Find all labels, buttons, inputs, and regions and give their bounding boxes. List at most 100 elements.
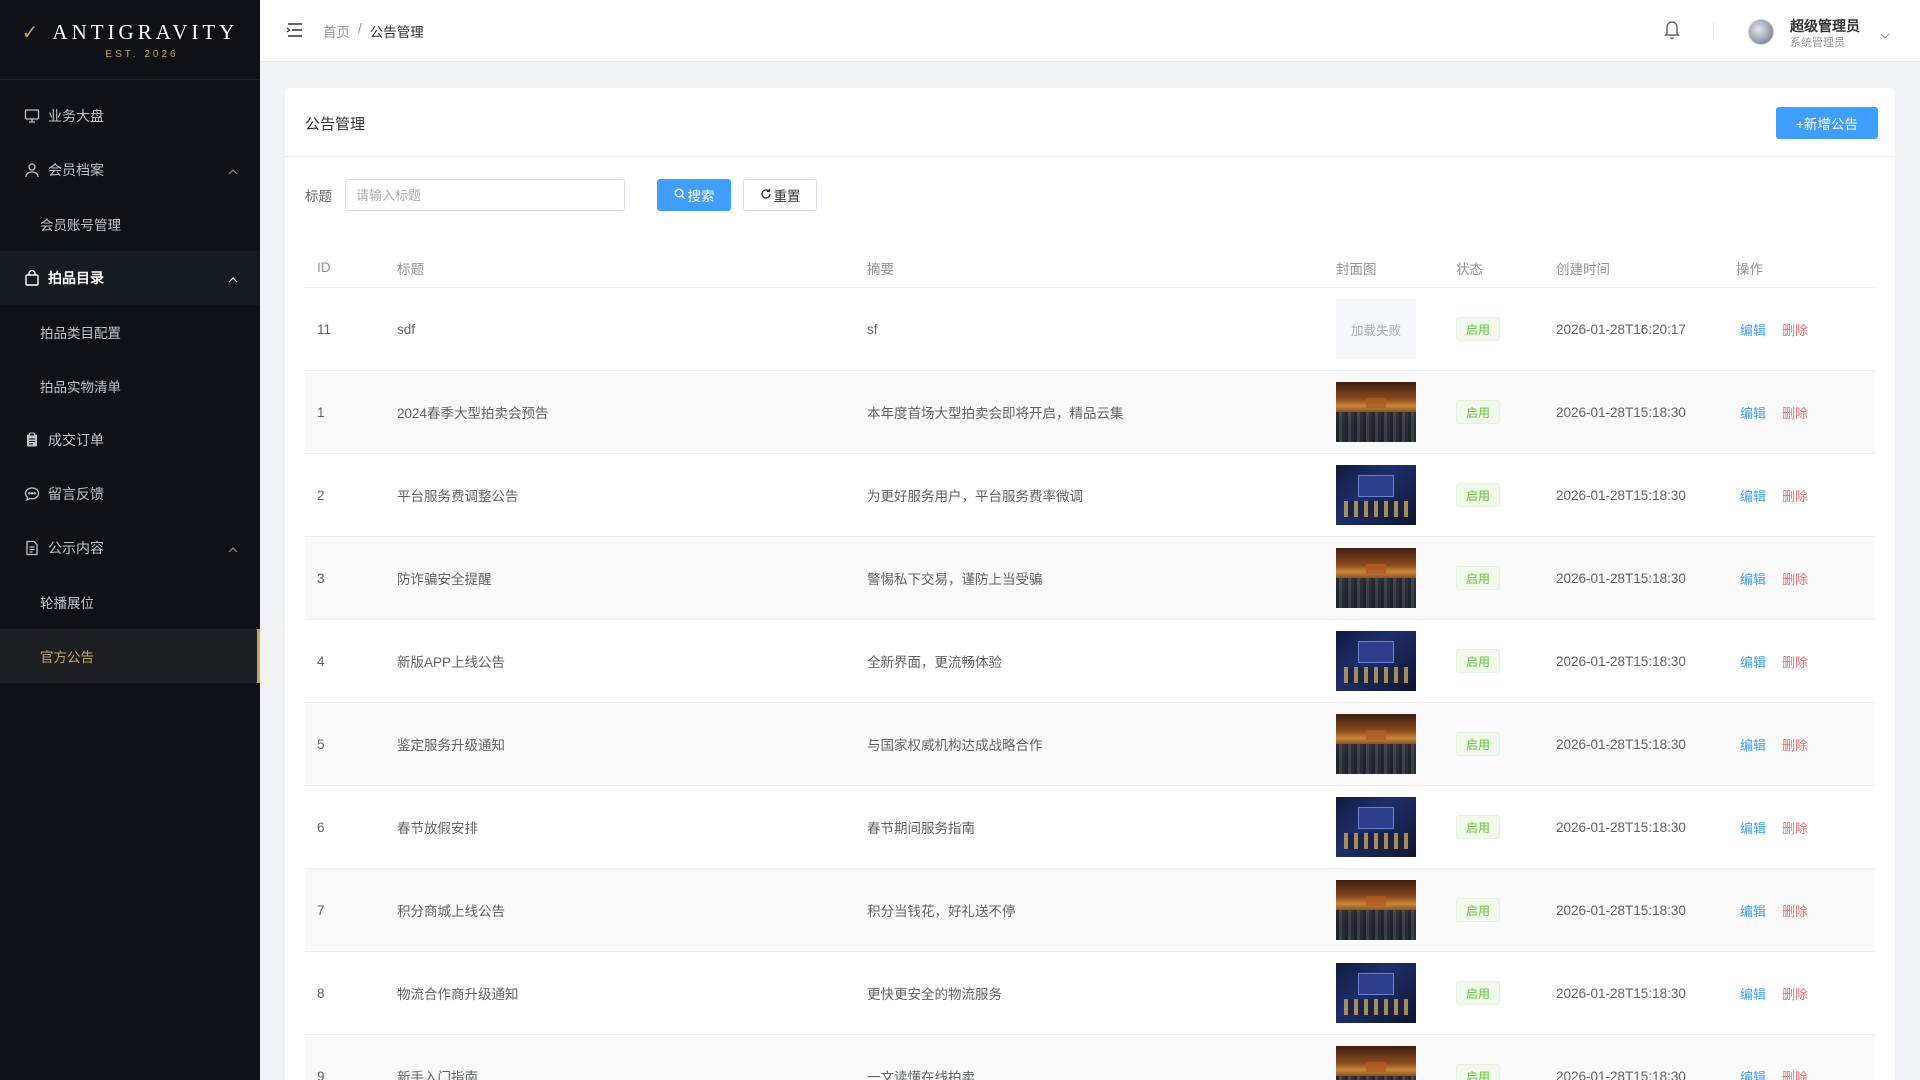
delete-link[interactable]: 删除 [1782,821,1808,836]
cell-cover [1336,1046,1456,1080]
bag-icon [24,270,40,286]
cell-title: 积分商城上线公告 [397,904,505,919]
sidebar-item-lots[interactable]: 拍品目录 [0,251,260,305]
cell-status: 启用 [1456,483,1556,507]
breadcrumb-current: 公告管理 [369,25,424,40]
delete-link[interactable]: 删除 [1782,904,1808,919]
cover-image[interactable] [1336,963,1416,1023]
edit-link[interactable]: 编辑 [1740,821,1766,836]
cover-image[interactable] [1336,382,1416,442]
sidebar: ✓ ANTIGRAVITY EST. 2026 业务大盘 会员档案 会员账号管理 [0,0,260,1080]
edit-link[interactable]: 编辑 [1740,406,1766,421]
edit-link[interactable]: 编辑 [1740,572,1766,587]
cell-cover [1336,548,1456,608]
user-icon [24,162,40,178]
sidebar-menu: 业务大盘 会员档案 会员账号管理 拍品目录 拍品类目配置 拍品实物清单 成交订单… [0,89,260,683]
sidebar-item-members[interactable]: 会员档案 [0,143,260,197]
chevron-up-icon [228,540,238,556]
edit-link[interactable]: 编辑 [1740,323,1766,338]
title-search-input[interactable] [345,179,625,211]
breadcrumb-home[interactable]: 首页 [323,21,350,41]
cover-image[interactable] [1336,465,1416,525]
user-role: 系统管理员 [1790,37,1845,49]
column-header-summary: 摘要 [867,261,894,277]
cover-image[interactable] [1336,1046,1416,1080]
edit-link[interactable]: 编辑 [1740,987,1766,1002]
cover-image[interactable] [1336,714,1416,774]
edit-link[interactable]: 编辑 [1740,655,1766,670]
delete-link[interactable]: 删除 [1782,738,1808,753]
delete-link[interactable]: 删除 [1782,655,1808,670]
cell-actions: 编辑 删除 [1736,486,1875,505]
cell-status: 启用 [1456,566,1556,590]
edit-link[interactable]: 编辑 [1740,489,1766,504]
add-announcement-button[interactable]: +新增公告 [1776,107,1878,139]
sidebar-item-dashboard[interactable]: 业务大盘 [0,89,260,143]
sidebar-item-member-accounts[interactable]: 会员账号管理 [0,197,260,251]
delete-link[interactable]: 删除 [1782,987,1808,1002]
table-row: 4 新版APP上线公告 全新界面，更流畅体验 启用 2026-01-28T15:18:3… [305,620,1875,703]
delete-link[interactable]: 删除 [1782,323,1808,338]
sidebar-item-lot-inventory[interactable]: 拍品实物清单 [0,359,260,413]
delete-link[interactable]: 删除 [1782,489,1808,504]
cell-summary: 全新界面，更流畅体验 [867,655,1002,670]
chevron-down-icon[interactable] [1880,26,1890,42]
sidebar-item-announcements[interactable]: 官方公告 [0,629,260,683]
edit-link[interactable]: 编辑 [1740,738,1766,753]
table-row: 11 sdf sf 加载失败 启用 2026-01-28T16:20:17 编辑 删除 [305,288,1875,371]
cell-summary: 与国家权威机构达成战略合作 [867,738,1043,753]
cell-title: 新手入门指南 [397,1070,478,1080]
delete-link[interactable]: 删除 [1782,406,1808,421]
user-name[interactable]: 超级管理员 [1790,16,1860,36]
cell-summary: 为更好服务用户，平台服务费率微调 [867,489,1083,504]
cell-cover [1336,797,1456,857]
sidebar-item-lot-categories[interactable]: 拍品类目配置 [0,305,260,359]
sidebar-item-label: 拍品目录 [48,270,104,286]
announcement-card: 公告管理 +新增公告 标题 搜索 重置 ID 标题 摘要 封面图 状态 创建时间… [285,88,1895,1080]
edit-link[interactable]: 编辑 [1740,1070,1766,1080]
cover-image[interactable] [1336,631,1416,691]
cover-image[interactable] [1336,548,1416,608]
sidebar-item-label: 成交订单 [48,432,104,448]
cover-image-failed[interactable]: 加载失败 [1336,299,1416,359]
bell-icon[interactable] [1662,18,1682,40]
status-badge: 启用 [1456,649,1500,673]
menu-toggle-icon[interactable] [286,20,304,40]
brand-logo[interactable]: ✓ ANTIGRAVITY EST. 2026 [0,0,260,80]
sidebar-item-label: 官方公告 [40,650,94,665]
table-row: 8 物流合作商升级通知 更快更安全的物流服务 启用 2026-01-28T15:18:3… [305,952,1875,1035]
sidebar-item-orders[interactable]: 成交订单 [0,413,260,467]
sidebar-item-feedback[interactable]: 留言反馈 [0,467,260,521]
avatar[interactable] [1748,19,1774,45]
cell-cover [1336,714,1456,774]
document-icon [24,540,40,556]
cell-actions: 编辑 删除 [1736,901,1875,920]
reset-button[interactable]: 重置 [743,179,817,211]
cell-id: 8 [317,985,325,1001]
table-row: 9 新手入门指南 一文读懂在线拍卖 启用 2026-01-28T15:18:30 编辑 删除 [305,1035,1875,1080]
cell-created-time: 2026-01-28T16:20:17 [1556,321,1686,337]
cell-title: 防诈骗安全提醒 [397,572,492,587]
cell-created-time: 2026-01-28T15:18:30 [1556,404,1686,420]
cover-image[interactable] [1336,880,1416,940]
search-button[interactable]: 搜索 [657,179,731,211]
sidebar-item-label: 拍品实物清单 [40,380,121,395]
filter-bar: 标题 搜索 重置 [305,178,817,212]
sidebar-item-public-content[interactable]: 公示内容 [0,521,260,575]
delete-link[interactable]: 删除 [1782,1070,1808,1080]
edit-link[interactable]: 编辑 [1740,904,1766,919]
column-header-cover: 封面图 [1336,261,1377,277]
cell-title: 鉴定服务升级通知 [397,738,505,753]
search-icon [674,188,686,203]
table-row: 1 2024春季大型拍卖会预告 本年度首场大型拍卖会即将开启，精品云集 启用 2026-… [305,371,1875,454]
cell-title: 新版APP上线公告 [397,655,506,670]
table-row: 2 平台服务费调整公告 为更好服务用户，平台服务费率微调 启用 2026-01-28T1… [305,454,1875,537]
cover-image[interactable] [1336,797,1416,857]
cell-summary: 积分当钱花，好礼送不停 [867,904,1016,919]
status-badge: 启用 [1456,400,1500,424]
delete-link[interactable]: 删除 [1782,572,1808,587]
status-badge: 启用 [1456,815,1500,839]
sidebar-item-carousel[interactable]: 轮播展位 [0,575,260,629]
cell-actions: 编辑 删除 [1736,984,1875,1003]
cell-status: 启用 [1456,815,1556,839]
